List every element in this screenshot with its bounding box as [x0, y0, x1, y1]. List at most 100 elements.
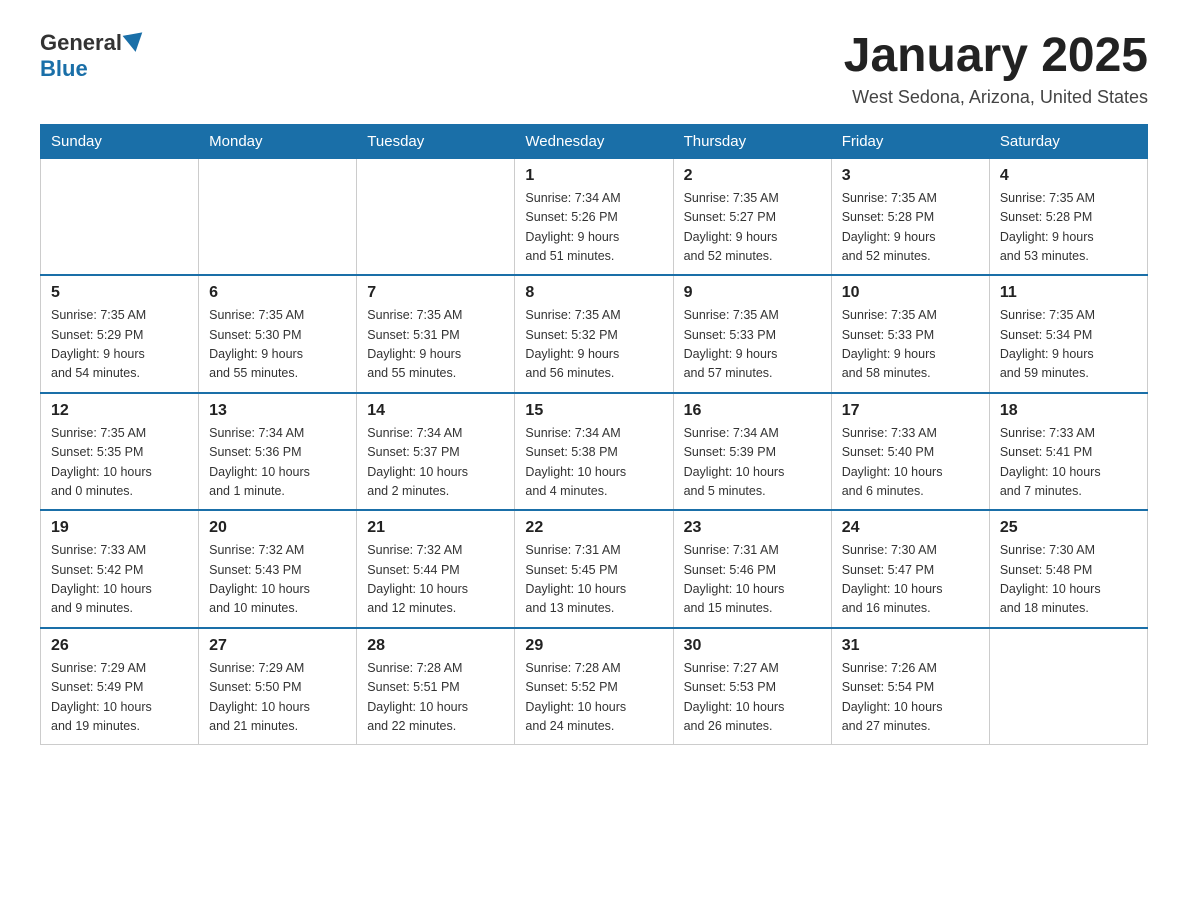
calendar-cell: 31 Sunrise: 7:26 AMSunset: 5:54 PMDayligh…	[831, 628, 989, 745]
day-number: 12	[51, 402, 188, 420]
calendar-cell: 17 Sunrise: 7:33 AMSunset: 5:40 PMDayligh…	[831, 393, 989, 511]
day-info: Sunrise: 7:35 AMSunset: 5:28 PMDaylight:…	[1000, 189, 1137, 267]
page-header: General Blue January 2025 West Sedona, A…	[40, 30, 1148, 108]
day-number: 13	[209, 402, 346, 420]
calendar-cell: 10 Sunrise: 7:35 AMSunset: 5:33 PMDayligh…	[831, 275, 989, 393]
day-number: 8	[525, 284, 662, 302]
calendar-cell: 20 Sunrise: 7:32 AMSunset: 5:43 PMDayligh…	[199, 510, 357, 628]
day-number: 30	[684, 637, 821, 655]
day-number: 28	[367, 637, 504, 655]
day-number: 16	[684, 402, 821, 420]
calendar-cell: 7 Sunrise: 7:35 AMSunset: 5:31 PMDaylight…	[357, 275, 515, 393]
day-info: Sunrise: 7:34 AMSunset: 5:36 PMDaylight:…	[209, 424, 346, 502]
calendar-cell: 2 Sunrise: 7:35 AMSunset: 5:27 PMDaylight…	[673, 158, 831, 275]
calendar-cell: 25Sunrise: 7:30 AMSunset: 5:48 PMDayligh…	[989, 510, 1147, 628]
day-info: Sunrise: 7:35 AMSunset: 5:27 PMDaylight:…	[684, 189, 821, 267]
logo: General Blue	[40, 30, 146, 82]
calendar-cell: 5Sunrise: 7:35 AMSunset: 5:29 PMDaylight…	[41, 275, 199, 393]
calendar-cell: 18 Sunrise: 7:33 AMSunset: 5:41 PMDayligh…	[989, 393, 1147, 511]
day-number: 21	[367, 519, 504, 537]
location-subtitle: West Sedona, Arizona, United States	[844, 87, 1148, 108]
calendar-cell: 15 Sunrise: 7:34 AMSunset: 5:38 PMDayligh…	[515, 393, 673, 511]
calendar-cell: 3Sunrise: 7:35 AMSunset: 5:28 PMDaylight…	[831, 158, 989, 275]
day-info: Sunrise: 7:35 AMSunset: 5:33 PMDaylight:…	[842, 306, 979, 384]
day-info: Sunrise: 7:28 AMSunset: 5:52 PMDaylight:…	[525, 659, 662, 737]
calendar-cell: 11 Sunrise: 7:35 AMSunset: 5:34 PMDayligh…	[989, 275, 1147, 393]
day-number: 11	[1000, 284, 1137, 302]
day-info: Sunrise: 7:34 AMSunset: 5:26 PMDaylight:…	[525, 189, 662, 267]
calendar-cell	[199, 158, 357, 275]
day-number: 15	[525, 402, 662, 420]
calendar-cell: 4Sunrise: 7:35 AMSunset: 5:28 PMDaylight…	[989, 158, 1147, 275]
calendar-cell: 30 Sunrise: 7:27 AMSunset: 5:53 PMDayligh…	[673, 628, 831, 745]
day-number: 6	[209, 284, 346, 302]
calendar-cell: 27 Sunrise: 7:29 AMSunset: 5:50 PMDayligh…	[199, 628, 357, 745]
day-number: 9	[684, 284, 821, 302]
day-number: 26	[51, 637, 188, 655]
day-number: 23	[684, 519, 821, 537]
day-info: Sunrise: 7:35 AMSunset: 5:34 PMDaylight:…	[1000, 306, 1137, 384]
day-info: Sunrise: 7:33 AMSunset: 5:40 PMDaylight:…	[842, 424, 979, 502]
calendar-header-row: SundayMondayTuesdayWednesdayThursdayFrid…	[41, 124, 1148, 158]
calendar-week-4: 19Sunrise: 7:33 AMSunset: 5:42 PMDayligh…	[41, 510, 1148, 628]
calendar-week-5: 26 Sunrise: 7:29 AMSunset: 5:49 PMDayligh…	[41, 628, 1148, 745]
day-info: Sunrise: 7:27 AMSunset: 5:53 PMDaylight:…	[684, 659, 821, 737]
calendar-cell	[357, 158, 515, 275]
day-info: Sunrise: 7:34 AMSunset: 5:37 PMDaylight:…	[367, 424, 504, 502]
calendar-cell: 24Sunrise: 7:30 AMSunset: 5:47 PMDayligh…	[831, 510, 989, 628]
day-info: Sunrise: 7:35 AMSunset: 5:31 PMDaylight:…	[367, 306, 504, 384]
calendar-week-2: 5Sunrise: 7:35 AMSunset: 5:29 PMDaylight…	[41, 275, 1148, 393]
logo-blue-text: Blue	[40, 56, 88, 82]
day-number: 31	[842, 637, 979, 655]
day-info: Sunrise: 7:29 AMSunset: 5:49 PMDaylight:…	[51, 659, 188, 737]
calendar-week-1: 1 Sunrise: 7:34 AMSunset: 5:26 PMDaylight…	[41, 158, 1148, 275]
day-number: 14	[367, 402, 504, 420]
day-info: Sunrise: 7:35 AMSunset: 5:30 PMDaylight:…	[209, 306, 346, 384]
column-header-friday: Friday	[831, 124, 989, 158]
day-number: 10	[842, 284, 979, 302]
calendar-cell: 26 Sunrise: 7:29 AMSunset: 5:49 PMDayligh…	[41, 628, 199, 745]
day-number: 17	[842, 402, 979, 420]
column-header-wednesday: Wednesday	[515, 124, 673, 158]
calendar-cell: 1 Sunrise: 7:34 AMSunset: 5:26 PMDaylight…	[515, 158, 673, 275]
column-header-saturday: Saturday	[989, 124, 1147, 158]
day-number: 22	[525, 519, 662, 537]
day-number: 24	[842, 519, 979, 537]
day-number: 3	[842, 167, 979, 185]
day-number: 2	[684, 167, 821, 185]
day-info: Sunrise: 7:34 AMSunset: 5:39 PMDaylight:…	[684, 424, 821, 502]
calendar-cell: 29 Sunrise: 7:28 AMSunset: 5:52 PMDayligh…	[515, 628, 673, 745]
calendar-cell: 9Sunrise: 7:35 AMSunset: 5:33 PMDaylight…	[673, 275, 831, 393]
calendar-cell: 19Sunrise: 7:33 AMSunset: 5:42 PMDayligh…	[41, 510, 199, 628]
day-info: Sunrise: 7:34 AMSunset: 5:38 PMDaylight:…	[525, 424, 662, 502]
calendar-cell: 13 Sunrise: 7:34 AMSunset: 5:36 PMDayligh…	[199, 393, 357, 511]
calendar-cell: 8 Sunrise: 7:35 AMSunset: 5:32 PMDaylight…	[515, 275, 673, 393]
day-info: Sunrise: 7:32 AMSunset: 5:43 PMDaylight:…	[209, 541, 346, 619]
day-number: 7	[367, 284, 504, 302]
day-number: 18	[1000, 402, 1137, 420]
day-number: 29	[525, 637, 662, 655]
calendar-cell: 6 Sunrise: 7:35 AMSunset: 5:30 PMDaylight…	[199, 275, 357, 393]
day-info: Sunrise: 7:28 AMSunset: 5:51 PMDaylight:…	[367, 659, 504, 737]
calendar-cell: 16 Sunrise: 7:34 AMSunset: 5:39 PMDayligh…	[673, 393, 831, 511]
day-number: 20	[209, 519, 346, 537]
calendar-week-3: 12Sunrise: 7:35 AMSunset: 5:35 PMDayligh…	[41, 393, 1148, 511]
calendar-cell: 22 Sunrise: 7:31 AMSunset: 5:45 PMDayligh…	[515, 510, 673, 628]
day-number: 1	[525, 167, 662, 185]
day-info: Sunrise: 7:32 AMSunset: 5:44 PMDaylight:…	[367, 541, 504, 619]
day-number: 27	[209, 637, 346, 655]
day-info: Sunrise: 7:33 AMSunset: 5:41 PMDaylight:…	[1000, 424, 1137, 502]
day-info: Sunrise: 7:35 AMSunset: 5:29 PMDaylight:…	[51, 306, 188, 384]
day-info: Sunrise: 7:35 AMSunset: 5:32 PMDaylight:…	[525, 306, 662, 384]
month-title: January 2025	[844, 30, 1148, 83]
column-header-tuesday: Tuesday	[357, 124, 515, 158]
day-info: Sunrise: 7:31 AMSunset: 5:45 PMDaylight:…	[525, 541, 662, 619]
title-block: January 2025 West Sedona, Arizona, Unite…	[844, 30, 1148, 108]
day-info: Sunrise: 7:29 AMSunset: 5:50 PMDaylight:…	[209, 659, 346, 737]
calendar-cell: 21 Sunrise: 7:32 AMSunset: 5:44 PMDayligh…	[357, 510, 515, 628]
day-number: 25	[1000, 519, 1137, 537]
column-header-thursday: Thursday	[673, 124, 831, 158]
logo-general-text: General	[40, 30, 122, 56]
day-info: Sunrise: 7:26 AMSunset: 5:54 PMDaylight:…	[842, 659, 979, 737]
day-number: 19	[51, 519, 188, 537]
